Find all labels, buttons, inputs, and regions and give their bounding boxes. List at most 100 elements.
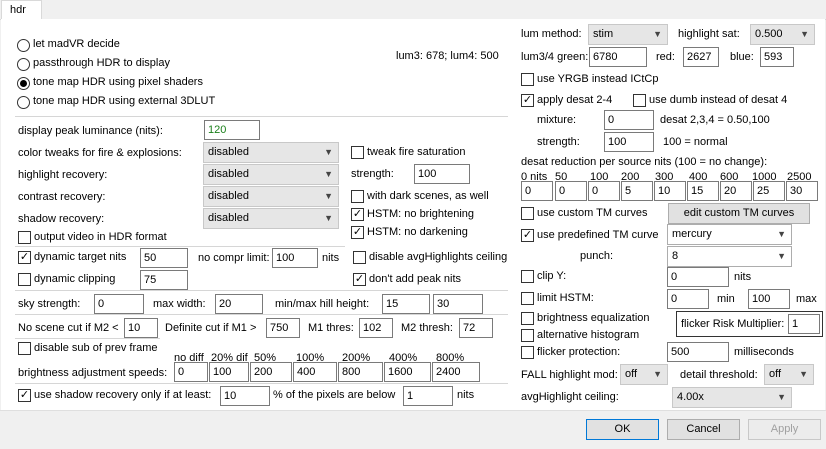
predefined-tm-dropdown[interactable]: mercury ▼ bbox=[667, 224, 792, 245]
dynamic-target-input[interactable]: 50 bbox=[140, 248, 188, 268]
definite-cut-input[interactable]: 750 bbox=[266, 318, 300, 338]
chevron-down-icon: ▼ bbox=[799, 369, 808, 379]
contrast-recovery-dropdown[interactable]: disabled ▼ bbox=[203, 186, 339, 207]
desat-input[interactable]: 0 bbox=[555, 181, 587, 201]
use-dumb-label: use dumb instead of desat 4 bbox=[649, 94, 788, 106]
highlight-recovery-dropdown[interactable]: disabled ▼ bbox=[203, 164, 339, 185]
disable-sub-checkbox[interactable] bbox=[18, 342, 31, 355]
dark-scenes-checkbox[interactable] bbox=[351, 190, 364, 203]
detail-threshold-dropdown[interactable]: off ▼ bbox=[764, 364, 814, 385]
hill-max-input[interactable]: 30 bbox=[433, 294, 483, 314]
fall-mod-dropdown[interactable]: off ▼ bbox=[620, 364, 668, 385]
apply-desat-label: apply desat 2-4 bbox=[537, 94, 613, 106]
lum34-green-label: lum3/4 green: bbox=[521, 51, 589, 63]
lum-method-dropdown[interactable]: stim ▼ bbox=[588, 24, 668, 45]
cancel-button[interactable]: Cancel bbox=[667, 419, 740, 440]
avg-ceiling-dropdown[interactable]: 4.00x ▼ bbox=[672, 387, 792, 408]
punch-dropdown[interactable]: 8 ▼ bbox=[667, 246, 792, 267]
hstm-no-brightening-checkbox[interactable]: ✓ bbox=[351, 208, 364, 221]
ok-button[interactable]: OK bbox=[586, 419, 659, 440]
shadow-only-input[interactable]: 10 bbox=[220, 386, 270, 406]
custom-tm-checkbox[interactable] bbox=[521, 207, 534, 220]
apply-button[interactable]: Apply bbox=[748, 419, 821, 440]
flicker-protection-checkbox[interactable] bbox=[521, 346, 534, 359]
alt-histogram-label: alternative histogram bbox=[537, 329, 640, 341]
dynamic-target-label: dynamic target nits bbox=[34, 251, 127, 263]
speed-input[interactable]: 1600 bbox=[384, 362, 431, 382]
tab-hdr[interactable]: hdr bbox=[1, 0, 42, 19]
flicker-protection-input[interactable]: 500 bbox=[667, 342, 729, 362]
dynamic-clipping-input[interactable]: 75 bbox=[140, 270, 188, 290]
hstm-no-darkening-checkbox[interactable]: ✓ bbox=[351, 226, 364, 239]
chevron-down-icon: ▼ bbox=[324, 169, 333, 179]
limit-hstm-max-input[interactable]: 100 bbox=[748, 289, 790, 309]
hill-min-input[interactable]: 15 bbox=[382, 294, 430, 314]
clip-y-label: clip Y: bbox=[537, 270, 567, 282]
tweak-fire-checkbox[interactable] bbox=[351, 146, 364, 159]
brightness-eq-label: brightness equalization bbox=[537, 312, 650, 324]
radio-tone-map-3dlut[interactable] bbox=[17, 96, 30, 109]
mixture-note: desat 2,3,4 = 0.50,100 bbox=[660, 114, 770, 126]
lum34-green-input[interactable]: 6780 bbox=[589, 47, 647, 67]
flicker-risk-input[interactable]: 1 bbox=[788, 314, 820, 334]
tweak-fire-label: tweak fire saturation bbox=[367, 146, 466, 158]
desat-strength-label: strength: bbox=[537, 136, 580, 148]
limit-hstm-min-input[interactable]: 0 bbox=[667, 289, 709, 309]
desat-input[interactable]: 25 bbox=[753, 181, 785, 201]
display-peak-input[interactable]: 120 bbox=[204, 120, 260, 140]
dont-add-peak-label: don't add peak nits bbox=[369, 273, 462, 285]
desat-input[interactable]: 20 bbox=[720, 181, 752, 201]
desat-input[interactable]: 0 bbox=[521, 181, 553, 201]
m1-thres-input[interactable]: 102 bbox=[359, 318, 393, 338]
desat-input[interactable]: 5 bbox=[621, 181, 653, 201]
limit-hstm-checkbox[interactable] bbox=[521, 292, 534, 305]
blue-input[interactable]: 593 bbox=[760, 47, 794, 67]
alt-histogram-checkbox[interactable] bbox=[521, 329, 534, 342]
m2-thresh-input[interactable]: 72 bbox=[459, 318, 493, 338]
disable-avg-checkbox[interactable] bbox=[353, 251, 366, 264]
desat-input[interactable]: 10 bbox=[654, 181, 686, 201]
no-compr-input[interactable]: 100 bbox=[272, 248, 318, 268]
desat-input[interactable]: 15 bbox=[687, 181, 719, 201]
scene-cut-input[interactable]: 10 bbox=[124, 318, 158, 338]
apply-desat-checkbox[interactable]: ✓ bbox=[521, 94, 534, 107]
max-width-input[interactable]: 20 bbox=[215, 294, 263, 314]
shadow-only-nits-input[interactable]: 1 bbox=[403, 386, 453, 406]
shadow-recovery-dropdown[interactable]: disabled ▼ bbox=[203, 208, 339, 229]
shadow-recovery-value: disabled bbox=[208, 212, 249, 224]
lum-method-value: stim bbox=[593, 28, 614, 40]
strength-input[interactable]: 100 bbox=[414, 164, 470, 184]
dynamic-clipping-checkbox[interactable] bbox=[18, 273, 31, 286]
speed-input[interactable]: 400 bbox=[293, 362, 337, 382]
red-input[interactable]: 2627 bbox=[683, 47, 719, 67]
desat-strength-input[interactable]: 100 bbox=[604, 132, 654, 152]
speed-input[interactable]: 2400 bbox=[432, 362, 480, 382]
speed-input[interactable]: 800 bbox=[338, 362, 383, 382]
color-tweaks-dropdown[interactable]: disabled ▼ bbox=[203, 142, 339, 163]
desat-input[interactable]: 30 bbox=[786, 181, 818, 201]
radio-passthrough-hdr[interactable] bbox=[17, 58, 30, 71]
sky-strength-input[interactable]: 0 bbox=[94, 294, 144, 314]
radio-let-madvr-decide[interactable] bbox=[17, 39, 30, 52]
clip-y-checkbox[interactable] bbox=[521, 270, 534, 283]
brightness-eq-checkbox[interactable] bbox=[521, 312, 534, 325]
use-yrgb-checkbox[interactable] bbox=[521, 73, 534, 86]
edit-custom-tm-button[interactable]: edit custom TM curves bbox=[668, 203, 810, 224]
predefined-tm-checkbox[interactable]: ✓ bbox=[521, 229, 534, 242]
speed-input[interactable]: 200 bbox=[250, 362, 292, 382]
separator bbox=[15, 116, 508, 117]
hill-height-label: min/max hill height: bbox=[275, 298, 370, 310]
highlight-sat-dropdown[interactable]: 0.500 ▼ bbox=[750, 24, 815, 45]
speed-input[interactable]: 0 bbox=[174, 362, 208, 382]
limit-hstm-max-label: max bbox=[796, 293, 817, 305]
desat-input[interactable]: 0 bbox=[588, 181, 620, 201]
radio-tone-map-pixel-shaders[interactable] bbox=[17, 77, 30, 90]
output-hdr-checkbox[interactable] bbox=[18, 231, 31, 244]
clip-y-input[interactable]: 0 bbox=[667, 267, 729, 287]
dont-add-peak-checkbox[interactable]: ✓ bbox=[353, 273, 366, 286]
mixture-input[interactable]: 0 bbox=[604, 110, 654, 130]
dynamic-target-checkbox[interactable]: ✓ bbox=[18, 251, 31, 264]
speed-input[interactable]: 100 bbox=[209, 362, 249, 382]
use-dumb-checkbox[interactable] bbox=[633, 94, 646, 107]
shadow-only-checkbox[interactable]: ✓ bbox=[18, 389, 31, 402]
